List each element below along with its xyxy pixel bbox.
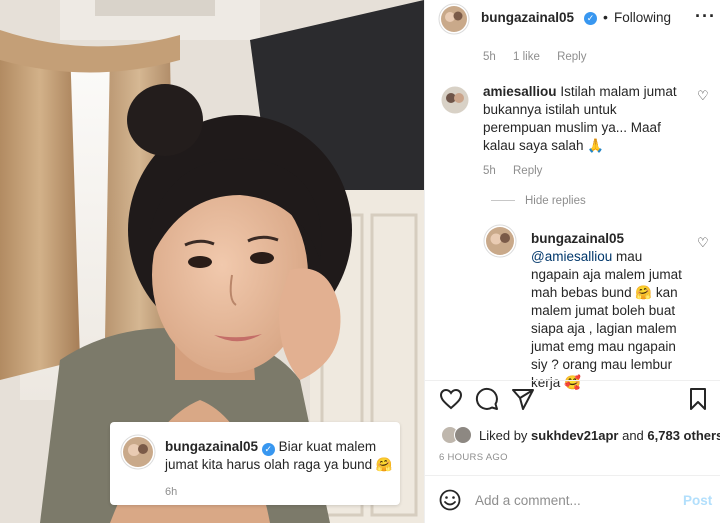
comment-meta: 5h Reply: [483, 165, 556, 177]
comment-text: amiesalliou Istilah malam jumat bukannya…: [483, 83, 683, 155]
likes-middle: and: [618, 428, 648, 443]
reply-mention[interactable]: @amiesalliou: [531, 249, 612, 264]
share-icon[interactable]: [511, 387, 535, 411]
add-comment-bar: Add a comment... Post: [425, 475, 720, 523]
likes-count[interactable]: 6,783 others: [647, 428, 720, 443]
comment-meta: 5h 1 like Reply: [483, 51, 600, 63]
caption-time: 6h: [165, 486, 178, 498]
hide-replies-button[interactable]: Hide replies: [491, 195, 586, 207]
bookmark-icon[interactable]: [687, 387, 709, 411]
likes-text[interactable]: Liked by sukhdev21apr and 6,783 others: [479, 428, 720, 443]
avatar[interactable]: [120, 434, 156, 470]
heart-icon[interactable]: [439, 387, 463, 411]
caption-username[interactable]: bungazainal05: [165, 439, 258, 454]
comment-time: 5h: [483, 51, 496, 63]
comment-likes[interactable]: 1 like: [513, 51, 540, 63]
header-username[interactable]: bungazainal05: [481, 10, 574, 25]
verified-icon: ✓: [584, 12, 597, 25]
more-icon[interactable]: ···: [695, 6, 716, 27]
comment-input[interactable]: Add a comment...: [475, 493, 581, 508]
reply-button[interactable]: Reply: [557, 51, 586, 63]
emoji-icon[interactable]: [439, 489, 461, 511]
post-timestamp: 6 HOURS AGO: [439, 452, 508, 463]
avatar[interactable]: [438, 3, 470, 35]
caption-text: bungazainal05 ✓ Biar kuat malem jumat ki…: [165, 438, 393, 474]
post-button[interactable]: Post: [683, 493, 712, 508]
avatar[interactable]: [441, 86, 469, 114]
reply-text: bungazainal05 @amiesalliou mau ngapain a…: [531, 230, 689, 392]
avatar[interactable]: [483, 224, 517, 258]
post-action-bar: [425, 380, 720, 416]
comment-username[interactable]: amiesalliou: [483, 84, 557, 99]
reply-body: mau ngapain aja malem jumat mah bebas bu…: [531, 249, 682, 390]
comment-icon[interactable]: [475, 387, 499, 411]
likes-user[interactable]: sukhdev21apr: [531, 428, 618, 443]
follow-status-button[interactable]: Following: [614, 10, 671, 25]
heart-icon[interactable]: ♡: [697, 235, 709, 251]
post-side-panel: bungazainal05 ✓ • Following ··· 5h 1 lik…: [424, 0, 720, 523]
likes-prefix: Liked by: [479, 428, 532, 443]
post-photo: bungazainal05 ✓ Biar kuat malem jumat ki…: [0, 0, 424, 523]
post-header: bungazainal05 ✓ • Following ···: [425, 0, 720, 37]
caption-overlay-card: bungazainal05 ✓ Biar kuat malem jumat ki…: [110, 422, 400, 505]
reply-button[interactable]: Reply: [513, 165, 542, 177]
liker-avatars: [441, 426, 472, 444]
reply-username[interactable]: bungazainal05: [531, 231, 624, 246]
separator-dot: •: [603, 9, 608, 25]
heart-icon[interactable]: ♡: [697, 88, 709, 104]
comment-time: 5h: [483, 165, 496, 177]
verified-icon: ✓: [261, 443, 275, 456]
